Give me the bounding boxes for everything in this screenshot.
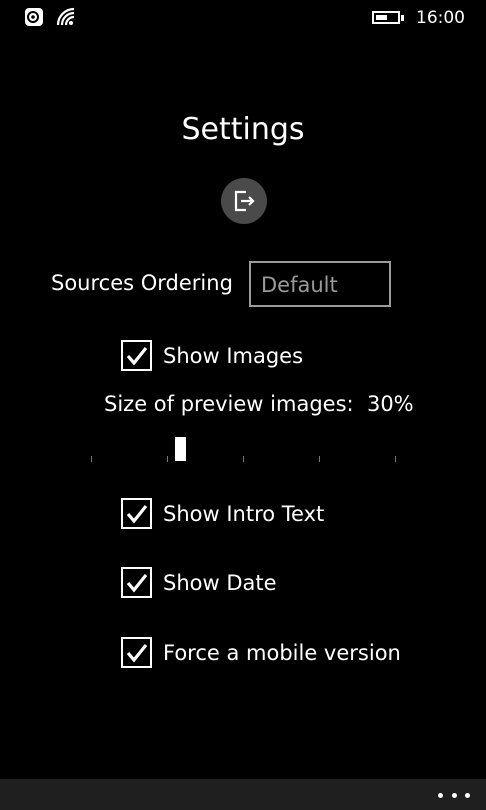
sources-ordering-label: Sources Ordering <box>51 271 233 295</box>
slider-tick <box>319 456 320 462</box>
more-dots-icon <box>438 792 443 798</box>
show-intro-text-label: Show Intro Text <box>163 501 325 526</box>
checkmark-icon <box>126 573 147 593</box>
show-date-checkbox[interactable] <box>121 567 152 598</box>
show-images-row[interactable]: Show Images <box>121 339 303 372</box>
checkmark-icon <box>126 643 147 663</box>
logout-button[interactable] <box>221 178 267 224</box>
page-title: Settings <box>181 112 305 147</box>
battery-tip <box>401 15 404 21</box>
slider-thumb[interactable] <box>175 437 186 461</box>
preview-size-text: Size of preview images: <box>104 392 354 416</box>
show-images-label: Show Images <box>163 343 304 368</box>
preview-size-value: 30% <box>366 392 414 416</box>
sources-ordering-value: Default <box>261 273 338 297</box>
status-bar: 16:00 <box>0 0 486 36</box>
battery-icon <box>372 11 400 24</box>
preview-size-label: Size of preview images: 30% <box>104 392 414 416</box>
force-mobile-label: Force a mobile version <box>163 640 401 665</box>
show-intro-text-checkbox[interactable] <box>121 498 152 529</box>
show-date-row[interactable]: Show Date <box>121 566 277 599</box>
clock: 16:00 <box>416 8 465 28</box>
slider-tick <box>91 456 92 462</box>
checkmark-icon <box>126 346 147 366</box>
logout-icon <box>234 190 255 212</box>
wifi-icon <box>56 7 75 26</box>
slider-tick <box>395 456 396 462</box>
show-intro-text-row[interactable]: Show Intro Text <box>121 497 324 530</box>
force-mobile-checkbox[interactable] <box>121 637 152 668</box>
slider-tick <box>243 456 244 462</box>
app-notification-icon <box>25 8 43 26</box>
slider-tick <box>167 456 168 462</box>
app-bar <box>0 779 486 810</box>
preview-size-slider[interactable] <box>88 430 400 466</box>
more-dots-icon <box>465 792 470 798</box>
sources-ordering-select[interactable]: Default <box>249 261 391 307</box>
more-dots-icon <box>451 792 457 798</box>
show-date-label: Show Date <box>163 570 277 595</box>
force-mobile-row[interactable]: Force a mobile version <box>121 636 401 669</box>
checkmark-icon <box>126 504 147 524</box>
show-images-checkbox[interactable] <box>121 340 152 371</box>
more-options-button[interactable] <box>438 788 470 802</box>
